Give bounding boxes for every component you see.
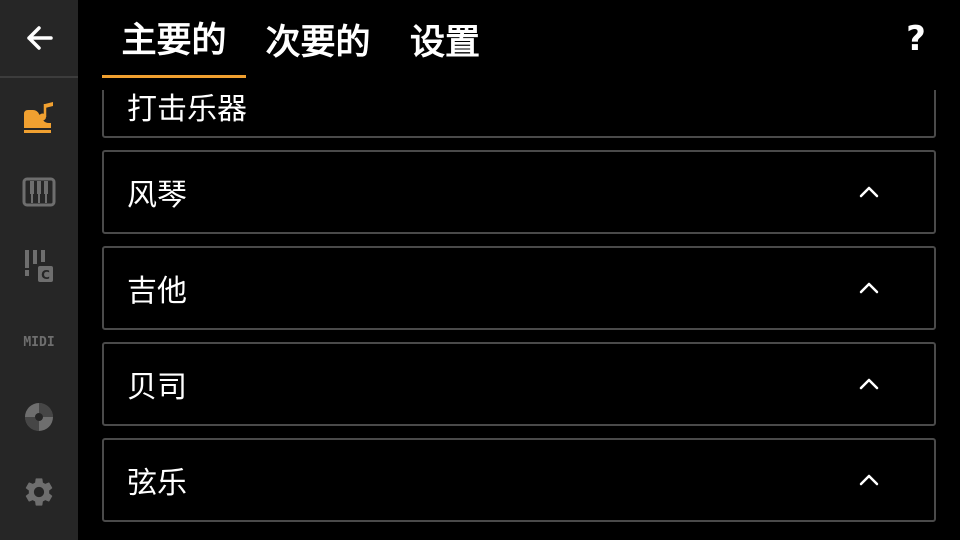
category-row-guitar[interactable]: 吉他 — [102, 246, 936, 330]
category-label: 吉他 — [127, 274, 187, 309]
category-label: 弦乐 — [127, 466, 187, 501]
help-button[interactable]: ? — [896, 14, 936, 64]
midi-icon: MIDI — [23, 334, 55, 350]
tab-bar: 主要的 次要的 设置 ? — [78, 0, 960, 78]
category-list[interactable]: 打击乐器 风琴 吉他 贝司 弦乐 — [78, 90, 960, 540]
svg-text:C: C — [41, 268, 50, 282]
back-arrow-icon — [27, 26, 53, 50]
gear-icon — [25, 478, 53, 506]
back-button[interactable] — [0, 0, 78, 78]
category-row-strings[interactable]: 弦乐 — [102, 438, 936, 522]
chevron-up-icon[interactable] — [858, 281, 880, 295]
tab-primary[interactable]: 主要的 — [102, 0, 246, 78]
help-icon: ? — [906, 19, 926, 59]
chevron-up-icon[interactable] — [858, 377, 880, 391]
tuner-c-icon: C — [25, 250, 53, 282]
category-row-organ[interactable]: 风琴 — [102, 150, 936, 234]
sidebar-item-keyboard[interactable] — [0, 162, 78, 222]
category-label: 打击乐器 — [127, 91, 247, 127]
piano-keys-icon — [22, 177, 56, 207]
sidebar-item-settings[interactable] — [0, 462, 78, 522]
category-row-bass[interactable]: 贝司 — [102, 342, 936, 426]
category-row-percussion[interactable]: 打击乐器 — [102, 90, 936, 138]
tab-primary-label: 主要的 — [121, 21, 227, 61]
tab-settings[interactable]: 设置 — [400, 0, 490, 78]
disc-icon — [25, 403, 53, 431]
sidebar: C MIDI — [0, 0, 78, 540]
instrument-note-icon — [24, 102, 53, 133]
tab-secondary-label: 次要的 — [265, 22, 371, 63]
category-label: 贝司 — [127, 370, 187, 405]
sidebar-item-disc[interactable] — [0, 387, 78, 447]
sidebar-item-midi[interactable]: MIDI — [0, 312, 78, 372]
chevron-up-icon[interactable] — [858, 473, 880, 487]
sidebar-item-instrument[interactable] — [0, 88, 78, 148]
chevron-up-icon[interactable] — [858, 185, 880, 199]
tab-secondary[interactable]: 次要的 — [258, 0, 378, 78]
sidebar-item-tuner[interactable]: C — [0, 236, 78, 296]
tab-settings-label: 设置 — [409, 22, 480, 63]
category-label: 风琴 — [127, 178, 187, 213]
